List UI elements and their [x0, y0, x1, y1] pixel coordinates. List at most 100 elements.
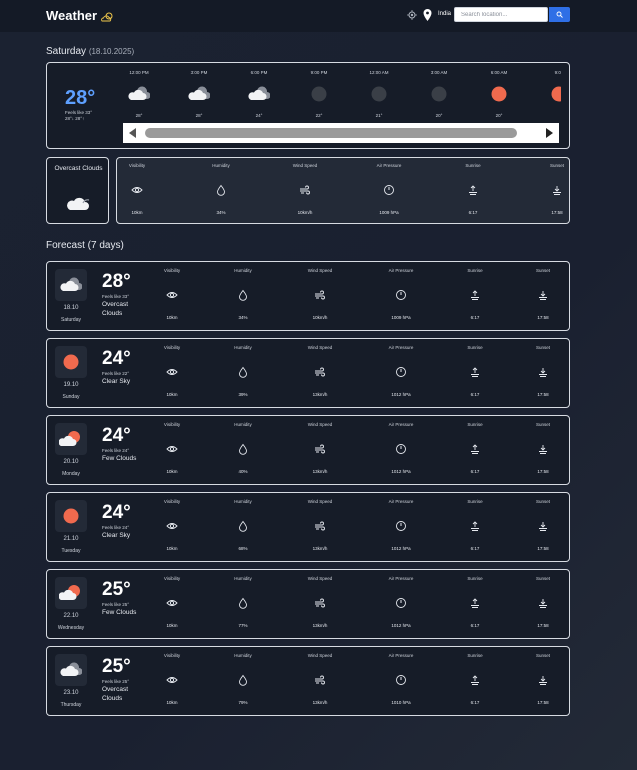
- sunset-icon: [537, 442, 549, 454]
- forecast-metric-eye: Visibility 10km: [142, 345, 202, 397]
- sunset-icon: [537, 596, 549, 608]
- metric-value: 34%: [238, 315, 248, 320]
- sunrise-icon: [467, 183, 479, 195]
- gauge-icon: [395, 596, 407, 608]
- sunset-icon: [537, 673, 549, 685]
- forecast-metric-sunset: Sunset 17:58: [513, 499, 573, 551]
- metric-label: Sunrise: [467, 422, 483, 427]
- forecast-day-card[interactable]: 20.10 Monday 24° Feels like 24° Few Clouds Vi…: [46, 415, 570, 485]
- min-max-text: 28°↓ 28°↑: [65, 116, 85, 121]
- metric-value: 6:17: [470, 546, 480, 551]
- metric-droplet: Humidity 34%: [191, 163, 251, 215]
- location-name: India: [438, 11, 452, 17]
- search-icon: [556, 11, 563, 18]
- app-title-text: Weather: [46, 8, 98, 23]
- search-button[interactable]: [549, 7, 570, 22]
- metric-label: Wind Speed: [307, 268, 333, 273]
- metric-label: Air Pressure: [376, 163, 402, 168]
- scroll-left-arrow[interactable]: [129, 128, 136, 138]
- metric-label: Sunset: [549, 163, 564, 168]
- forecast-metric-sunset: Sunset 17:58: [513, 576, 573, 628]
- forecast-temperature: 25°: [102, 656, 131, 677]
- metric-value: 79%: [238, 700, 248, 705]
- forecast-day-card[interactable]: 19.10 Sunday 24° Feels like 22° Clear Sky Vis…: [46, 338, 570, 408]
- metric-label: Visibility: [163, 268, 181, 273]
- current-location-icon[interactable]: [407, 10, 417, 20]
- metric-value: 17:58: [551, 210, 563, 215]
- current-feels-like: Feels like 33° 28°↓ 28°↑: [65, 110, 92, 122]
- wind-icon: [314, 365, 326, 377]
- cloud-dark-icon: [55, 269, 87, 301]
- metric-value: 1010 hPa: [391, 700, 411, 705]
- hourly-forecast[interactable]: 12:00 PM 28° 3:00 PM 28° 6:00 PM 24° 9:00 PM 22…: [119, 63, 561, 123]
- forecast-metric-gauge: Air Pressure 1012 hPa: [371, 576, 431, 628]
- metric-value: 10km: [131, 210, 143, 215]
- forecast-date: 23.10: [63, 690, 79, 696]
- forecast-day-card[interactable]: 23.10 Thursday 25° Feels like 25° Overcast C…: [46, 646, 570, 716]
- sunset-icon: [537, 365, 549, 377]
- moon-icon: [428, 84, 450, 104]
- cloud-dark-icon: [188, 84, 210, 104]
- metric-label: Humidity: [212, 163, 230, 168]
- forecast-feels-like: Feels like 25°: [102, 602, 130, 607]
- sun-cloud-logo-icon: [101, 12, 113, 22]
- hourly-scrollbar[interactable]: [123, 123, 559, 143]
- sunset-icon: [537, 519, 549, 531]
- forecast-heading: Forecast (7 days): [46, 240, 124, 251]
- metric-value: 10km: [166, 392, 178, 397]
- metric-label: Wind Speed: [292, 163, 318, 168]
- eye-icon: [166, 442, 178, 454]
- forecast-day-card[interactable]: 18.10 Saturday 28° Feels like 33° Overcast C…: [46, 261, 570, 331]
- search-input[interactable]: [454, 7, 548, 22]
- scroll-right-arrow[interactable]: [546, 128, 553, 138]
- droplet-icon: [237, 596, 249, 609]
- metric-value: 1012 hPa: [391, 392, 411, 397]
- forecast-weekday: Tuesday: [61, 548, 81, 554]
- sun-icon: [55, 346, 87, 378]
- hourly-temp: 20°: [495, 113, 503, 118]
- today-metrics-card: Visibility 10km Humidity 34% Wind Speed 10km/…: [116, 157, 570, 224]
- current-condition-card: Overcast Clouds: [46, 157, 109, 224]
- metric-wind: Wind Speed 10km/h: [275, 163, 335, 215]
- metric-label: Sunrise: [467, 576, 483, 581]
- gauge-icon: [395, 519, 407, 531]
- sunset-icon: [551, 183, 563, 195]
- metric-label: Sunset: [535, 422, 550, 427]
- metric-label: Sunrise: [465, 163, 481, 168]
- hourly-item: 12:00 PM 28°: [119, 70, 159, 118]
- current-condition: Overcast Clouds: [54, 165, 103, 172]
- cloud-dark-icon: [248, 84, 270, 104]
- forecast-temperature: 24°: [102, 425, 131, 446]
- wind-icon: [314, 519, 326, 531]
- forecast-metric-wind: Wind Speed 13km/h: [290, 345, 350, 397]
- metric-value: 39%: [238, 392, 248, 397]
- wind-icon: [314, 288, 326, 300]
- metric-value: 1012 hPa: [391, 546, 411, 551]
- today-day: Saturday: [46, 46, 87, 57]
- current-temperature: 28°: [65, 87, 96, 109]
- sunrise-icon: [469, 673, 481, 685]
- sun-icon: [488, 84, 510, 104]
- sunrise-icon: [469, 365, 481, 377]
- metric-value: 6:17: [470, 469, 480, 474]
- forecast-day-card[interactable]: 21.10 Tuesday 24° Feels like 24° Clear Sky Vi…: [46, 492, 570, 562]
- forecast-weekday: Saturday: [60, 317, 81, 323]
- forecast-day-card[interactable]: 22.10 Wednesday 25° Feels like 25° Few Cloud…: [46, 569, 570, 639]
- forecast-date: 18.10: [63, 305, 79, 311]
- metric-value: 17:58: [537, 700, 549, 705]
- cloud-dark-icon: [128, 84, 150, 104]
- scrollbar-thumb[interactable]: [145, 128, 517, 138]
- hourly-temp: 28°: [195, 113, 203, 118]
- metric-value: 34%: [216, 210, 226, 215]
- moon-icon: [308, 84, 330, 104]
- forecast-metric-sunrise: Sunrise 6:17: [445, 345, 505, 397]
- droplet-icon: [237, 288, 249, 301]
- metric-label: Sunset: [535, 268, 550, 273]
- forecast-feels-like: Feels like 24°: [102, 525, 130, 530]
- sunrise-icon: [469, 442, 481, 454]
- sunset-icon: [537, 288, 549, 300]
- forecast-metric-gauge: Air Pressure 1009 hPa: [371, 268, 431, 320]
- cloud-icon: [67, 197, 90, 210]
- forecast-metric-wind: Wind Speed 13km/h: [290, 653, 350, 705]
- wind-icon: [314, 442, 326, 454]
